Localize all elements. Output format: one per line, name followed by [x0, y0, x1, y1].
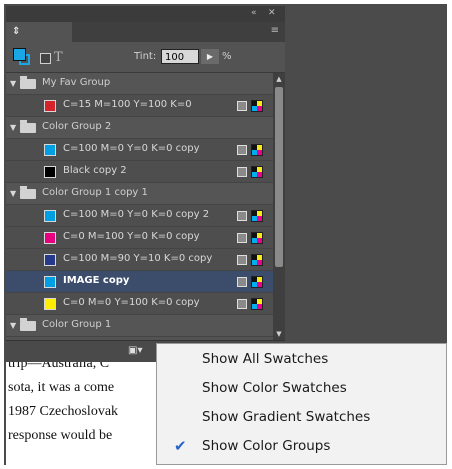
swatch-color-chip: [44, 166, 56, 178]
folder-icon: [20, 186, 36, 199]
process-color-icon: [237, 233, 247, 243]
scroll-down-icon[interactable]: ▼: [273, 328, 285, 340]
swatch-label: Black copy 2: [63, 165, 127, 176]
formatting-text-icon[interactable]: T: [54, 50, 63, 65]
swatch-color-chip: [44, 100, 56, 112]
panel-menu-icon[interactable]: ≡: [271, 25, 279, 36]
cmyk-mode-icon: [251, 298, 263, 310]
show-swatch-kinds-icon[interactable]: ▣▾: [128, 345, 150, 359]
process-color-icon: [237, 299, 247, 309]
swatch-label: C=15 M=100 Y=100 K=0: [63, 99, 192, 110]
process-color-icon: [237, 145, 247, 155]
menu-item-label: Show Color Groups: [202, 438, 331, 454]
tint-slider-arrow-icon[interactable]: ▶: [201, 49, 219, 64]
process-color-icon: [237, 167, 247, 177]
group-label: Color Group 1: [42, 319, 112, 330]
tint-percent-label: %: [222, 51, 232, 62]
swatch-row[interactable]: IMAGE copy: [6, 271, 273, 293]
menu-item[interactable]: Show Color Swatches: [157, 377, 446, 401]
menu-item[interactable]: Show Gradient Swatches: [157, 406, 446, 430]
disclosure-triangle-icon[interactable]: ▼: [10, 189, 16, 198]
swatch-row[interactable]: C=0 M=0 Y=100 K=0 copy: [6, 293, 273, 315]
swatch-label: C=100 M=0 Y=0 K=0 copy 2: [63, 209, 210, 220]
menu-item-label: Show Color Swatches: [202, 380, 347, 396]
swatches-panel: « ✕ ⇕ Swatches ≡ T Tint: 100 ▶ % ▼ My Fav…: [6, 6, 285, 363]
swatch-label: C=100 M=0 Y=0 K=0 copy: [63, 143, 200, 154]
disclosure-triangle-icon[interactable]: ▼: [10, 123, 16, 132]
group-label: Color Group 2: [42, 121, 112, 132]
document-text-line: sota, it was a come: [8, 380, 115, 395]
scroll-up-icon[interactable]: ▲: [273, 73, 285, 85]
cmyk-mode-icon: [251, 144, 263, 156]
document-text-line: response would be: [8, 428, 113, 443]
folder-icon: [20, 120, 36, 133]
color-group-row[interactable]: ▼ Color Group 2: [6, 117, 273, 139]
swatch-row[interactable]: C=0 M=100 Y=0 K=0 copy: [6, 227, 273, 249]
tint-input[interactable]: 100: [161, 49, 199, 64]
document-text-line: 1987 Czechoslovak: [8, 404, 119, 419]
cmyk-mode-icon: [251, 210, 263, 222]
swatch-color-chip: [44, 276, 56, 288]
swatch-row[interactable]: C=100 M=0 Y=0 K=0 copy 2: [6, 205, 273, 227]
panel-tab-row: ⇕ Swatches ≡: [6, 22, 285, 57]
color-group-row[interactable]: ▼ Color Group 1 copy 1: [6, 183, 273, 205]
swatch-color-chip: [44, 210, 56, 222]
process-color-icon: [237, 277, 247, 287]
folder-icon: [20, 76, 36, 89]
show-swatches-menu: Show All Swatches Show Color Swatches Show…: [156, 343, 447, 465]
swatch-color-chip: [44, 254, 56, 266]
color-group-row[interactable]: ▼ My Fav Group: [6, 73, 273, 95]
process-color-icon: [237, 255, 247, 265]
tab-swatches[interactable]: ⇕ Swatches: [6, 22, 72, 57]
fill-swatch-icon[interactable]: [13, 48, 26, 61]
fill-stroke-icon[interactable]: [13, 48, 31, 66]
collapse-icon[interactable]: «: [251, 8, 257, 18]
menu-item-label: Show All Swatches: [202, 351, 329, 367]
swatches-toolbar: T Tint: 100 ▶ %: [6, 42, 285, 73]
process-color-icon: [237, 101, 247, 111]
swatch-label: C=100 M=90 Y=10 K=0 copy: [63, 253, 213, 264]
cmyk-mode-icon: [251, 100, 263, 112]
cmyk-mode-icon: [251, 276, 263, 288]
menu-item[interactable]: ✔ Show Color Groups: [157, 435, 446, 459]
menu-item[interactable]: Show All Swatches: [157, 348, 446, 372]
swatch-row[interactable]: C=15 M=100 Y=100 K=0: [6, 95, 273, 117]
swatch-row[interactable]: C=100 M=90 Y=10 K=0 copy: [6, 249, 273, 271]
screenshot-frame: « ✕ ⇕ Swatches ≡ T Tint: 100 ▶ % ▼ My Fav…: [0, 0, 452, 469]
checkmark-icon: ✔: [174, 437, 187, 455]
cmyk-mode-icon: [251, 166, 263, 178]
swatch-row[interactable]: C=100 M=0 Y=0 K=0 copy: [6, 139, 273, 161]
cmyk-mode-icon: [251, 232, 263, 244]
swatch-list: ▼ My Fav Group C=15 M=100 Y=100 K=0 ▼ Color …: [6, 73, 273, 340]
swatch-row[interactable]: Black copy 2: [6, 161, 273, 183]
list-scrollbar[interactable]: ▲ ▼: [273, 73, 285, 340]
process-color-icon: [237, 211, 247, 221]
swatch-color-chip: [44, 298, 56, 310]
folder-icon: [20, 318, 36, 331]
swatch-label: C=0 M=100 Y=0 K=0 copy: [63, 231, 200, 242]
document-page: trip—Australia, C sota, it was a come 1987…: [6, 362, 157, 465]
swatch-label: IMAGE copy: [63, 275, 130, 286]
close-icon[interactable]: ✕: [268, 8, 276, 18]
cmyk-mode-icon: [251, 254, 263, 266]
group-label: Color Group 1 copy 1: [42, 187, 148, 198]
scroll-thumb[interactable]: [275, 87, 283, 267]
group-label: My Fav Group: [42, 77, 111, 88]
tint-label: Tint:: [134, 51, 157, 62]
swatch-color-chip: [44, 232, 56, 244]
swatch-label: C=0 M=0 Y=100 K=0 copy: [63, 297, 200, 308]
formatting-container-icon[interactable]: [40, 53, 51, 64]
disclosure-triangle-icon[interactable]: ▼: [10, 321, 16, 330]
document-text-line: trip—Australia, C: [8, 362, 110, 371]
disclosure-triangle-icon[interactable]: ▼: [10, 79, 16, 88]
color-group-row[interactable]: ▼ Color Group 1: [6, 315, 273, 337]
panel-title-strip: « ✕: [6, 6, 285, 22]
swatch-color-chip: [44, 144, 56, 156]
menu-item-label: Show Gradient Swatches: [202, 409, 371, 425]
